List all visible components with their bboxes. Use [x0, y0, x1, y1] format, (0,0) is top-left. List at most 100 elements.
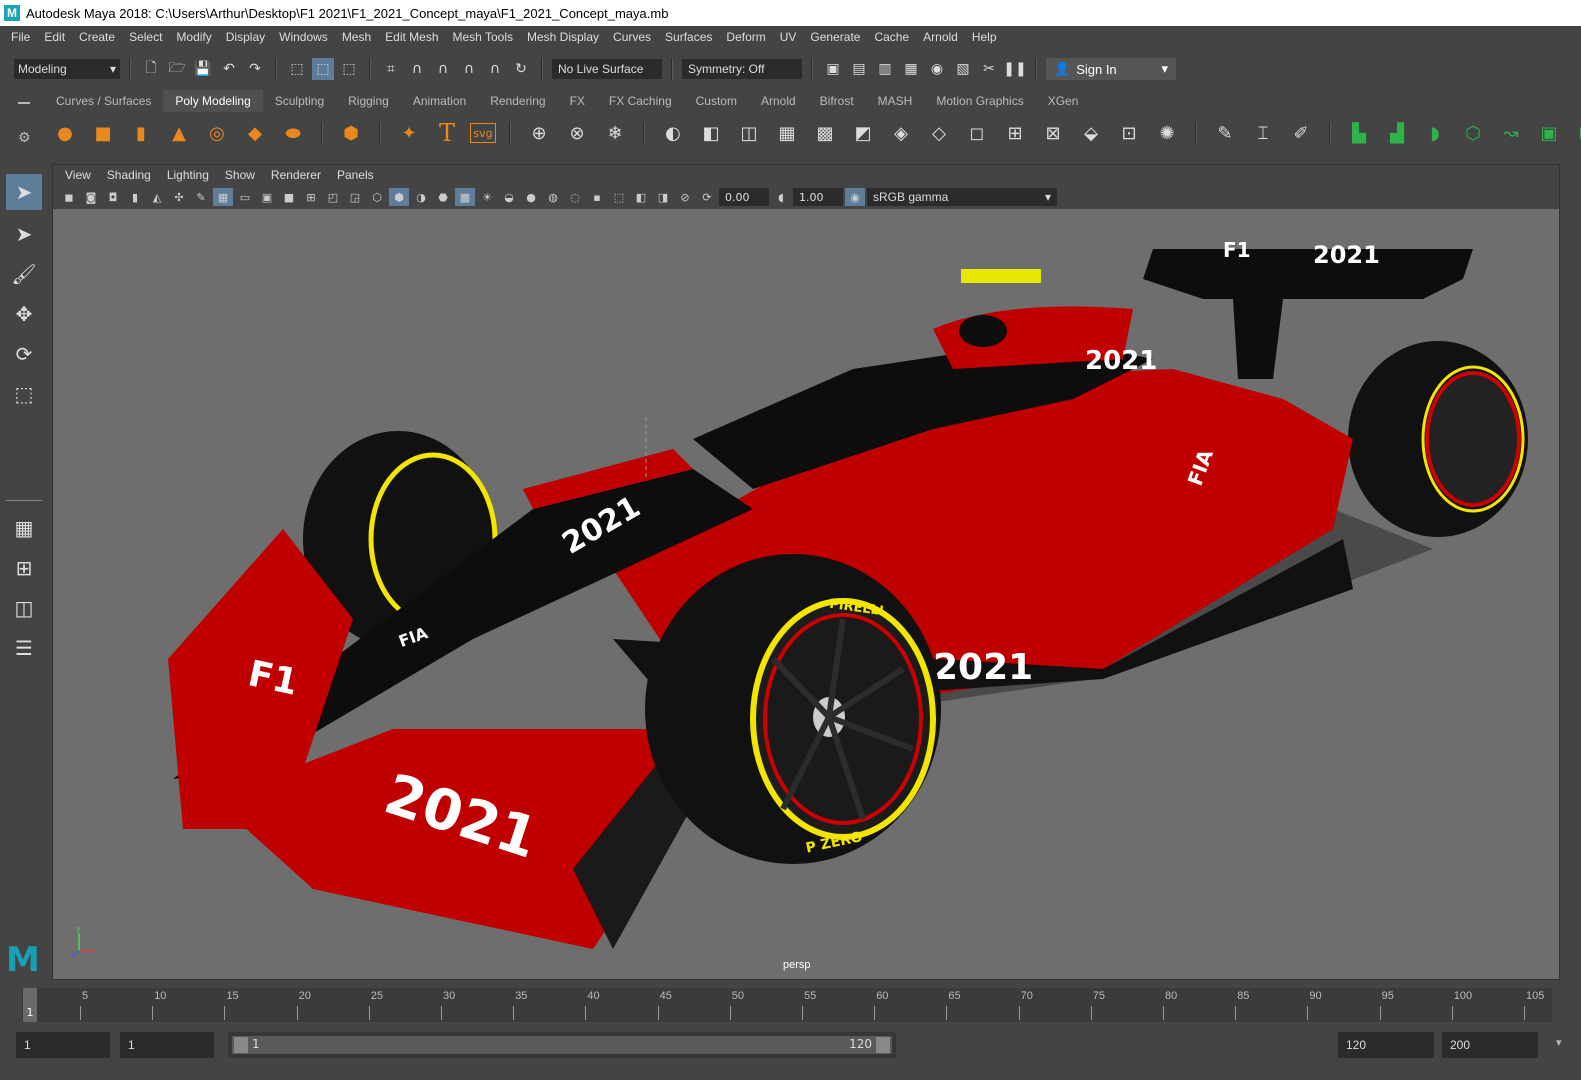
menu-cache[interactable]: Cache: [867, 30, 916, 44]
save-scene-icon[interactable]: 💾: [192, 58, 214, 80]
shelf-settings-icon[interactable]: ⚙: [18, 130, 31, 146]
field-chart-icon[interactable]: ⊞: [301, 188, 321, 206]
triangulate-icon[interactable]: ⊠: [1038, 118, 1068, 148]
uv-cylindrical-icon[interactable]: ▟: [1382, 118, 1412, 148]
exposure-field[interactable]: 0.00: [719, 188, 769, 206]
grease-pencil-icon[interactable]: ✎: [191, 188, 211, 206]
menu-modify[interactable]: Modify: [169, 30, 218, 44]
reduce-icon[interactable]: ⊞: [1000, 118, 1030, 148]
render-frame-icon[interactable]: ▤: [848, 58, 870, 80]
tab-mash[interactable]: MASH: [866, 90, 925, 112]
append-icon[interactable]: ◈: [886, 118, 916, 148]
menu-surfaces[interactable]: Surfaces: [658, 30, 719, 44]
playback-range-bar[interactable]: 1 120: [228, 1032, 896, 1058]
pause-icon[interactable]: ❚❚: [1003, 58, 1026, 80]
new-scene-icon[interactable]: 🗋: [140, 58, 162, 80]
grid-icon[interactable]: ▦: [213, 188, 233, 206]
menu-mesh-display[interactable]: Mesh Display: [520, 30, 606, 44]
menu-set-dropdown[interactable]: Modeling ▾: [14, 59, 120, 79]
tab-custom[interactable]: Custom: [684, 90, 749, 112]
view-transform-dropdown[interactable]: sRGB gamma ▾: [867, 188, 1057, 206]
range-end-handle[interactable]: [876, 1037, 890, 1053]
outliner-layout-icon[interactable]: ☰: [6, 630, 42, 666]
menu-create[interactable]: Create: [72, 30, 122, 44]
gate-mask-icon[interactable]: ■: [279, 188, 299, 206]
exposure-icon[interactable]: ⟳: [697, 188, 717, 206]
tab-curves-surfaces[interactable]: Curves / Surfaces: [44, 90, 163, 112]
tab-fx-caching[interactable]: FX Caching: [597, 90, 684, 112]
depth-of-field-icon[interactable]: ▪: [587, 188, 607, 206]
2d-pan-zoom-icon[interactable]: ✣: [169, 188, 189, 206]
select-hierarchy-icon[interactable]: ⬚: [286, 58, 308, 80]
snap-live-icon[interactable]: ∩: [484, 58, 506, 80]
textured-icon[interactable]: ▩: [455, 188, 475, 206]
uv-layout-icon[interactable]: ▣: [1534, 118, 1564, 148]
menu-deform[interactable]: Deform: [719, 30, 772, 44]
anti-aliasing-icon[interactable]: ◌: [565, 188, 585, 206]
camera-icon[interactable]: ◙: [81, 188, 101, 206]
redo-icon[interactable]: ↷: [244, 58, 266, 80]
poly-type-icon[interactable]: T: [432, 118, 462, 148]
tab-sculpting[interactable]: Sculpting: [263, 90, 336, 112]
fill-hole-icon[interactable]: ◇: [924, 118, 954, 148]
menu-generate[interactable]: Generate: [803, 30, 867, 44]
combine-icon[interactable]: ⊕: [524, 118, 554, 148]
rotate-tool-icon[interactable]: ⟳: [6, 336, 42, 372]
bridge-icon[interactable]: ▦: [772, 118, 802, 148]
menu-mesh-tools[interactable]: Mesh Tools: [446, 30, 520, 44]
poly-cube-icon[interactable]: ■: [88, 118, 118, 148]
tab-motion-graphics[interactable]: Motion Graphics: [924, 90, 1035, 112]
animation-start-field[interactable]: 1: [16, 1032, 110, 1058]
four-view-layout-icon[interactable]: ⊞: [6, 550, 42, 586]
platonic-solid-icon[interactable]: ⬢: [336, 118, 366, 148]
menu-file[interactable]: File: [4, 30, 37, 44]
sign-in-button[interactable]: 👤 Sign In ▾: [1046, 58, 1176, 80]
two-panel-layout-icon[interactable]: ◫: [6, 590, 42, 626]
poly-plane-icon[interactable]: ◆: [240, 118, 270, 148]
extrude-icon[interactable]: ▩: [810, 118, 840, 148]
gamma-field[interactable]: 1.00: [793, 188, 843, 206]
snap-grid-icon[interactable]: ⌗: [380, 58, 402, 80]
render-view-icon[interactable]: ▣: [822, 58, 844, 80]
make-hole-icon[interactable]: ◻: [962, 118, 992, 148]
menu-uv[interactable]: UV: [773, 30, 804, 44]
menu-help[interactable]: Help: [965, 30, 1004, 44]
select-tool-icon[interactable]: ➤: [6, 174, 42, 210]
open-scene-icon[interactable]: 🗁: [166, 58, 188, 80]
extract-icon[interactable]: ◧: [696, 118, 726, 148]
target-weld-icon[interactable]: ✺: [1152, 118, 1182, 148]
hypershade-icon[interactable]: ◉: [926, 58, 948, 80]
symmetry-dropdown[interactable]: Symmetry: Off: [682, 59, 802, 79]
insert-edge-loop-icon[interactable]: ⌶: [1248, 118, 1278, 148]
tab-poly-modeling[interactable]: Poly Modeling: [163, 90, 263, 112]
tab-xgen[interactable]: XGen: [1036, 90, 1091, 112]
time-slider[interactable]: 1 5 10 15 20 25 30 35 40 45 50 55 60 65 70 75 80 85 90 95 1…: [0, 984, 1581, 1024]
xray-joints-icon[interactable]: ⊘: [675, 188, 695, 206]
tab-bifrost[interactable]: Bifrost: [808, 90, 866, 112]
mirror-icon[interactable]: ◫: [734, 118, 764, 148]
perspective-viewport[interactable]: F1 2021 2021 FIA 2021 2021 2021 F1 FIA P…: [53, 209, 1559, 979]
svg-icon[interactable]: svg: [470, 123, 496, 143]
use-all-lights-icon[interactable]: ☀: [477, 188, 497, 206]
range-start-handle[interactable]: [234, 1037, 248, 1053]
render-settings-icon[interactable]: ▦: [900, 58, 922, 80]
playback-end-field[interactable]: 120: [1338, 1032, 1434, 1058]
menu-windows[interactable]: Windows: [272, 30, 335, 44]
smooth-icon[interactable]: ❄: [600, 118, 630, 148]
select-component-icon[interactable]: ⬚: [338, 58, 360, 80]
bookmark-icon[interactable]: ▮: [125, 188, 145, 206]
xray-icon[interactable]: ◧: [631, 188, 651, 206]
uv-planar-icon[interactable]: ▙: [1344, 118, 1374, 148]
single-perspective-layout-icon[interactable]: ▦: [6, 510, 42, 546]
uv-editor-icon[interactable]: ⋈: [1572, 118, 1581, 148]
screen-space-ao-icon[interactable]: ●: [521, 188, 541, 206]
safe-action-icon[interactable]: ◰: [323, 188, 343, 206]
poly-torus-icon[interactable]: ◎: [202, 118, 232, 148]
menu-edit-mesh[interactable]: Edit Mesh: [378, 30, 445, 44]
image-plane-icon[interactable]: ◭: [147, 188, 167, 206]
ipr-render-icon[interactable]: ▥: [874, 58, 896, 80]
separate-icon[interactable]: ⊗: [562, 118, 592, 148]
snap-view-plane-icon[interactable]: ∩: [458, 58, 480, 80]
menu-mesh[interactable]: Mesh: [335, 30, 378, 44]
tab-rendering[interactable]: Rendering: [478, 90, 557, 112]
